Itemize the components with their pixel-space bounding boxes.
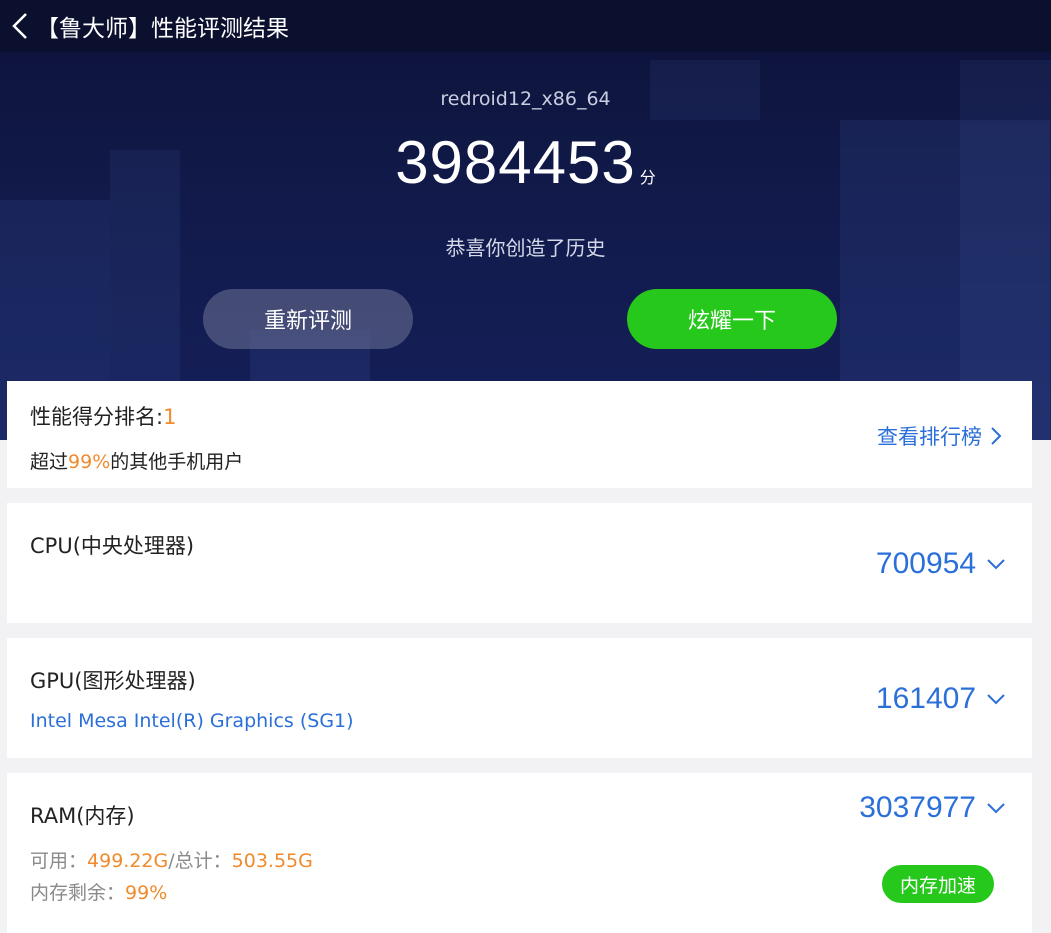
cpu-card[interactable]: CPU(中央处理器) 700954: [7, 503, 1032, 623]
page-title: 【鲁大师】性能评测结果: [36, 16, 289, 42]
total-score-value: 3984453: [395, 129, 636, 196]
rank-value: 1: [163, 405, 177, 429]
ram-total-value: 503.55G: [231, 850, 313, 872]
ram-remain-label: 内存剩余：: [30, 882, 126, 904]
ram-remain-value: 99%: [125, 882, 168, 904]
cpu-label: CPU(中央处理器): [30, 534, 195, 558]
ram-label: RAM(内存): [30, 804, 135, 828]
congrats-text: 恭喜你创造了历史: [445, 236, 606, 260]
total-score: 3984453 分: [0, 128, 1051, 197]
back-arrow-icon[interactable]: [0, 0, 40, 52]
exceed-prefix: 超过: [30, 451, 69, 473]
hero-banner: 【鲁大师】性能评测结果 redroid12_x86_64 3984453 分 恭喜…: [0, 0, 1051, 440]
view-leaderboard-link[interactable]: 查看排行榜: [877, 421, 1002, 451]
chevron-down-icon: [986, 802, 1006, 814]
gpu-score-value: 161407: [875, 682, 976, 715]
ram-score-value: 3037977: [859, 791, 976, 824]
rank-exceed: 超过99%的其他手机用户: [30, 447, 243, 474]
exceed-suffix: 的其他手机用户: [110, 451, 244, 473]
rank-card: 性能得分排名:1 超过99%的其他手机用户 查看排行榜: [7, 381, 1032, 488]
gpu-label: GPU(图形处理器): [30, 669, 196, 693]
cpu-score-value: 700954: [875, 547, 976, 580]
leaderboard-link-label: 查看排行榜: [877, 425, 982, 449]
ram-card[interactable]: RAM(内存) 可用：499.22G/总计：503.55G 内存剩余：99% 3…: [7, 773, 1032, 933]
ram-usage: 可用：499.22G/总计：503.55G: [30, 846, 313, 873]
rank-label-text: 性能得分排名:: [30, 405, 164, 429]
ram-avail-value: 499.22G: [87, 850, 169, 872]
exceed-percent: 99%: [68, 451, 111, 473]
memory-boost-button[interactable]: 内存加速: [882, 865, 994, 903]
device-name: redroid12_x86_64: [440, 88, 611, 110]
top-bar: 【鲁大师】性能评测结果: [0, 0, 1051, 52]
gpu-card[interactable]: GPU(图形处理器) Intel Mesa Intel(R) Graphics …: [7, 638, 1032, 758]
ram-avail-label: 可用：: [30, 850, 88, 872]
ram-score[interactable]: 3037977: [859, 791, 1006, 825]
ram-total-label: /总计：: [168, 850, 232, 872]
score-unit: 分: [639, 168, 656, 187]
gpu-model: Intel Mesa Intel(R) Graphics (SG1): [30, 710, 354, 732]
chevron-down-icon: [986, 693, 1006, 705]
retest-button[interactable]: 重新评测: [203, 289, 413, 349]
share-button[interactable]: 炫耀一下: [627, 289, 837, 349]
rank-label: 性能得分排名:1: [30, 401, 176, 431]
chevron-right-icon: [990, 426, 1002, 446]
ram-remain: 内存剩余：99%: [30, 878, 167, 905]
chevron-down-icon: [986, 558, 1006, 570]
cpu-score[interactable]: 700954: [876, 547, 1006, 581]
gpu-score[interactable]: 161407: [876, 682, 1006, 716]
